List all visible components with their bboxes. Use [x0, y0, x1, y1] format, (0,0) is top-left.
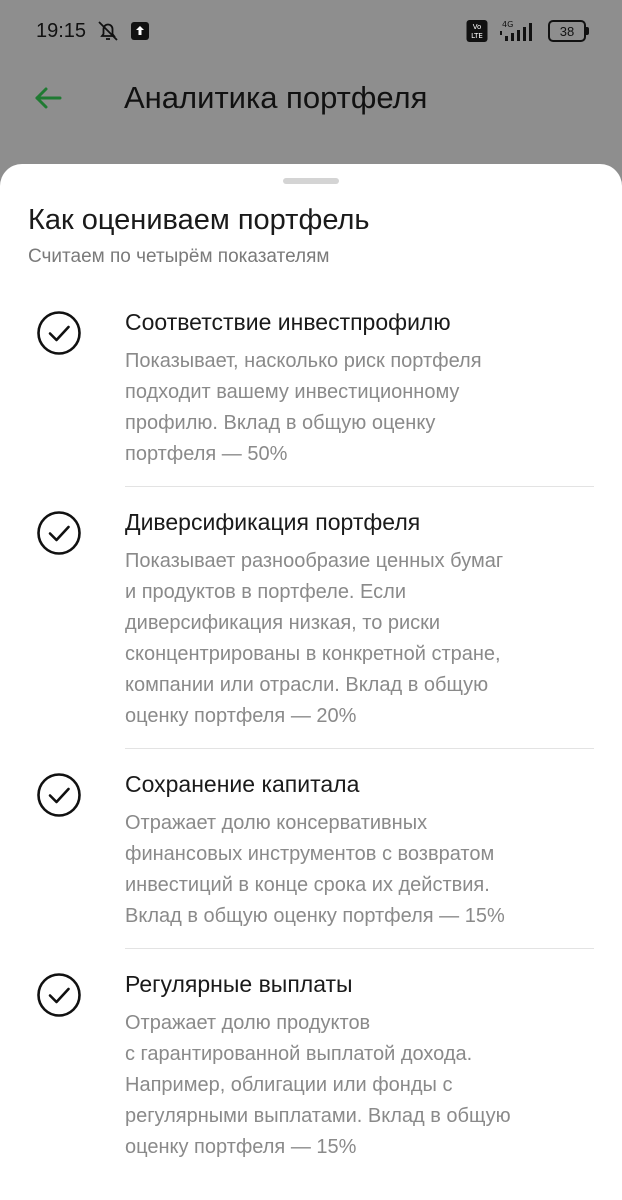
criterion-description: Показывает, насколько риск портфеля подх… [125, 350, 482, 465]
sheet-title: Как оцениваем портфель [28, 204, 370, 236]
svg-text:LTE: LTE [471, 32, 483, 40]
criterion-item: Сохранение капитала Отражает долю консер… [0, 766, 622, 949]
volte-icon: Vo LTE [466, 19, 488, 43]
criterion-title: Диверсификация портфеля [125, 509, 421, 535]
arrow-left-icon [35, 87, 62, 109]
page-title: Аналитика портфеля [124, 80, 428, 115]
back-button[interactable] [32, 78, 72, 118]
divider [125, 748, 594, 749]
battery-indicator: 38 [548, 20, 589, 42]
status-bar: 19:15 Vo LTE 4G 38 [0, 0, 622, 62]
status-left: 19:15 [36, 19, 150, 43]
criterion-item: Соответствие инвестпрофилю Показывает, н… [0, 304, 622, 487]
criterion-title: Регулярные выплаты [125, 971, 353, 997]
svg-text:4G: 4G [502, 20, 513, 29]
criterion-item: Регулярные выплаты Отражает долю продукт… [0, 966, 622, 1163]
divider [125, 486, 594, 487]
check-circle-icon [37, 773, 81, 817]
status-time: 19:15 [36, 19, 87, 42]
svg-text:Vo: Vo [473, 23, 482, 31]
upload-icon [130, 21, 150, 41]
bottom-sheet: Как оцениваем портфель Считаем по четырё… [0, 164, 622, 1200]
criterion-description: Отражает долю продуктов с гарантированно… [125, 1012, 511, 1158]
criterion-item: Диверсификация портфеля Показывает разно… [0, 504, 622, 749]
criteria-list: Соответствие инвестпрофилю Показывает, н… [0, 304, 622, 1163]
check-circle-icon [37, 973, 81, 1017]
bell-off-icon [96, 19, 120, 43]
check-circle-icon [37, 511, 81, 555]
app-bar: Аналитика портфеля [0, 62, 622, 134]
criterion-title: Соответствие инвестпрофилю [125, 309, 451, 335]
status-right: Vo LTE 4G 38 [466, 19, 589, 43]
divider [125, 948, 594, 949]
sheet-subtitle: Считаем по четырём показателям [28, 246, 330, 267]
criterion-description: Показывает разнообразие ценных бумаг и п… [125, 550, 504, 727]
criterion-title: Сохранение капитала [125, 771, 360, 797]
criterion-description: Отражает долю консервативных финансовых … [125, 812, 505, 927]
drag-handle[interactable] [283, 178, 339, 184]
signal-4g-icon: 4G [498, 19, 538, 43]
check-circle-icon [37, 311, 81, 355]
